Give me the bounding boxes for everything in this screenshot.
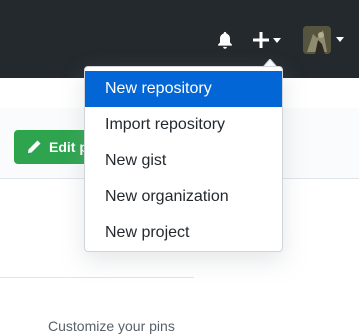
menu-item-import-repository[interactable]: Import repository	[85, 107, 282, 143]
pencil-icon	[28, 140, 41, 153]
create-new-dropdown: New repository Import repository New gis…	[84, 66, 283, 252]
section-divider	[0, 277, 194, 278]
caret-down-icon	[336, 37, 344, 42]
user-menu-button[interactable]	[303, 26, 351, 56]
plus-icon	[253, 32, 269, 48]
bell-icon[interactable]	[215, 30, 235, 50]
caret-down-icon	[273, 38, 281, 43]
menu-item-new-repository[interactable]: New repository	[85, 71, 282, 107]
menu-item-new-organization[interactable]: New organization	[85, 179, 282, 215]
menu-item-new-gist[interactable]: New gist	[85, 143, 282, 179]
menu-item-new-project[interactable]: New project	[85, 215, 282, 251]
avatar-image	[303, 26, 331, 54]
customize-pins-link[interactable]: Customize your pins	[48, 318, 175, 334]
avatar	[303, 26, 331, 54]
create-new-button[interactable]	[251, 26, 291, 54]
